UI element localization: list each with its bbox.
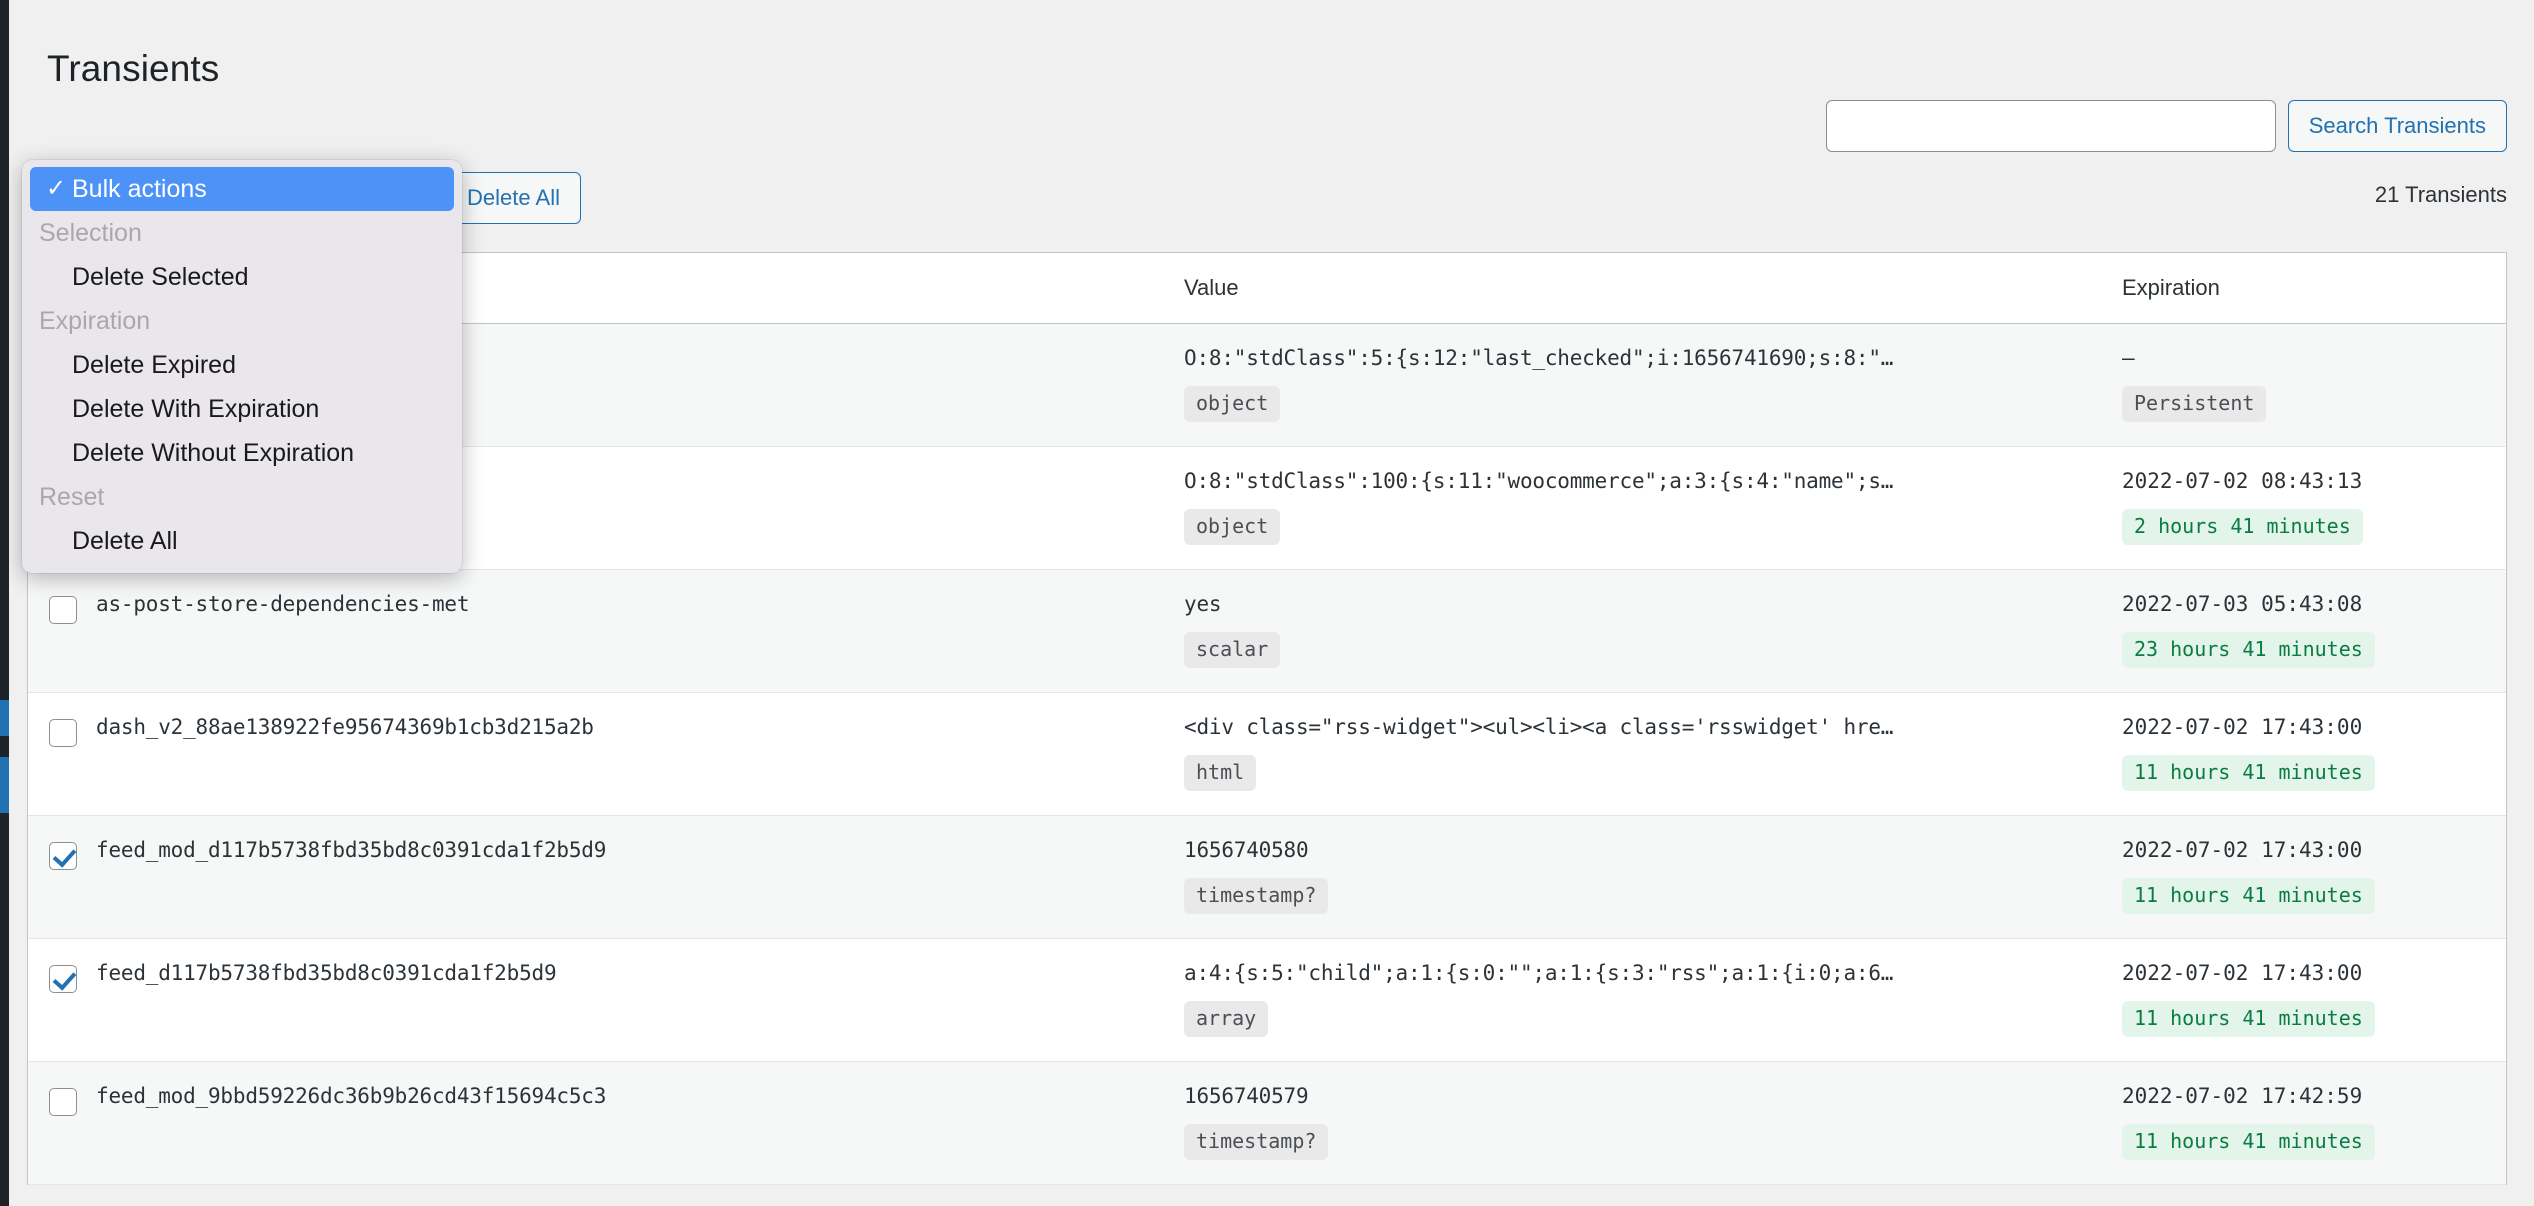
expiration-date: 2022-07-02 17:43:00	[2122, 961, 2363, 985]
transient-name-cell: feed_mod_d117b5738fbd35bd8c0391cda1f2b5d…	[96, 815, 1184, 939]
table-row: dash_v2_88ae138922fe95674369b1cb3d215a2b…	[28, 692, 2506, 816]
value-type-badge: timestamp?	[1184, 1124, 1329, 1160]
transient-value-cell: 1656740579 timestamp?	[1184, 1061, 2122, 1185]
transient-expiration-cell: 2022-07-02 17:43:00 11 hours 41 minutes	[2122, 815, 2506, 939]
row-checkbox[interactable]	[49, 596, 77, 624]
transient-value-cell: O:8:"stdClass":100:{s:11:"woocommerce";a…	[1184, 446, 2122, 570]
transient-name: dash_v2_88ae138922fe95674369b1cb3d215a2b	[96, 715, 594, 739]
row-checkbox[interactable]	[49, 842, 77, 870]
dropdown-group-label: Selection	[39, 219, 142, 247]
expiration-badge: 11 hours 41 minutes	[2122, 878, 2375, 914]
row-select-cell	[28, 1061, 96, 1185]
expiration-badge: 11 hours 41 minutes	[2122, 1001, 2375, 1037]
row-select-cell	[28, 938, 96, 1062]
expiration-badge: 23 hours 41 minutes	[2122, 632, 2375, 668]
rail-marker-2	[0, 757, 9, 813]
transient-name-cell: feed_mod_9bbd59226dc36b9b26cd43f15694c5c…	[96, 1061, 1184, 1185]
transient-expiration-cell: 2022-07-02 17:43:00 11 hours 41 minutes	[2122, 692, 2506, 816]
value-type-badge: object	[1184, 386, 1281, 422]
transient-value-cell: O:8:"stdClass":5:{s:12:"last_checked";i:…	[1184, 323, 2122, 447]
value-type-badge: object	[1184, 509, 1281, 545]
table-row: feed_d117b5738fbd35bd8c0391cda1f2b5d9 a:4…	[28, 938, 2506, 1062]
expiration-date: 2022-07-02 17:42:59	[2122, 1084, 2363, 1108]
search-transients-button[interactable]: Search Transients	[2287, 100, 2507, 152]
dropdown-item-delete-expired[interactable]: Delete Expired	[22, 343, 462, 387]
transient-name: feed_mod_9bbd59226dc36b9b26cd43f15694c5c…	[96, 1084, 607, 1108]
transient-value-cell: 1656740580 timestamp?	[1184, 815, 2122, 939]
page-title: Transients	[47, 47, 220, 89]
transient-name-cell: feed_d117b5738fbd35bd8c0391cda1f2b5d9	[96, 938, 1184, 1062]
transient-value: 1656740580	[1184, 838, 1309, 862]
row-select-cell	[28, 692, 96, 816]
expiration-date: 2022-07-02 17:43:00	[2122, 715, 2363, 739]
row-checkbox[interactable]	[49, 965, 77, 993]
dropdown-item-label: Delete Without Expiration	[72, 439, 355, 467]
search-input[interactable]	[1825, 100, 2276, 152]
transient-value: <div class="rss-widget"><ul><li><a class…	[1184, 715, 1894, 739]
value-type-badge: html	[1184, 755, 1257, 791]
transient-name: feed_d117b5738fbd35bd8c0391cda1f2b5d9	[96, 961, 557, 985]
check-icon: ✓	[46, 175, 67, 202]
transient-count-label: 21 Transients	[2374, 182, 2507, 207]
dropdown-group-label: Expiration	[39, 307, 151, 335]
dropdown-item-label: Delete Selected	[72, 263, 249, 291]
transient-value: O:8:"stdClass":100:{s:11:"woocommerce";a…	[1184, 469, 1894, 493]
dropdown-group-label: Reset	[39, 483, 105, 511]
transient-expiration-cell: 2022-07-02 17:42:59 11 hours 41 minutes	[2122, 1061, 2506, 1185]
dropdown-item-delete-with-expiration[interactable]: Delete With Expiration	[22, 387, 462, 431]
admin-menu-rail	[0, 0, 9, 1206]
dropdown-item-label: Delete All	[72, 527, 178, 555]
row-checkbox[interactable]	[49, 719, 77, 747]
expiration-date: 2022-07-03 05:43:08	[2122, 592, 2363, 616]
row-select-cell	[28, 569, 96, 693]
transient-name-cell: dash_v2_88ae138922fe95674369b1cb3d215a2b	[96, 692, 1184, 816]
expiration-badge: 11 hours 41 minutes	[2122, 1124, 2375, 1160]
dropdown-item-delete-without-expiration[interactable]: Delete Without Expiration	[22, 431, 462, 475]
delete-all-button[interactable]: Delete All	[446, 172, 581, 224]
expiration-badge: 11 hours 41 minutes	[2122, 755, 2375, 791]
transient-value: O:8:"stdClass":5:{s:12:"last_checked";i:…	[1184, 346, 1894, 370]
transient-name-cell: as-post-store-dependencies-met	[96, 569, 1184, 693]
table-row: feed_mod_d117b5738fbd35bd8c0391cda1f2b5d…	[28, 815, 2506, 939]
bulk-actions-dropdown-menu[interactable]: ✓ Bulk actions Selection Delete Selected Exp…	[22, 160, 462, 573]
search-form: Search Transients	[1825, 100, 2507, 152]
dropdown-item-label: Bulk actions	[72, 175, 207, 203]
transient-value: a:4:{s:5:"child";a:1:{s:0:"";a:1:{s:3:"r…	[1184, 961, 1894, 985]
transient-value: yes	[1184, 592, 1222, 616]
transient-value-cell: a:4:{s:5:"child";a:1:{s:0:"";a:1:{s:3:"r…	[1184, 938, 2122, 1062]
transient-value: 1656740579	[1184, 1084, 1309, 1108]
value-type-badge: scalar	[1184, 632, 1281, 668]
table-row: as-post-store-dependencies-met yes scalar 2…	[28, 569, 2506, 693]
expiration-date: 2022-07-02 08:43:13	[2122, 469, 2363, 493]
dropdown-item-label: Delete Expired	[72, 351, 236, 379]
value-type-badge: timestamp?	[1184, 878, 1329, 914]
row-checkbox[interactable]	[49, 1088, 77, 1116]
transient-value-cell: <div class="rss-widget"><ul><li><a class…	[1184, 692, 2122, 816]
expiration-badge: Persistent	[2122, 386, 2267, 422]
row-select-cell	[28, 815, 96, 939]
expiration-date: 2022-07-02 17:43:00	[2122, 838, 2363, 862]
column-header-expiration: Expiration	[2122, 253, 2506, 324]
transient-name: feed_mod_d117b5738fbd35bd8c0391cda1f2b5d…	[96, 838, 607, 862]
table-row: feed_mod_9bbd59226dc36b9b26cd43f15694c5c…	[28, 1061, 2506, 1185]
admin-page: Transients Search Transients 21 Transien…	[0, 0, 2534, 1206]
transient-value-cell: yes scalar	[1184, 569, 2122, 693]
dropdown-item-label: Delete With Expiration	[72, 395, 320, 423]
transient-expiration-cell: 2022-07-02 08:43:13 2 hours 41 minutes	[2122, 446, 2506, 570]
transient-expiration-cell: — Persistent	[2122, 323, 2506, 447]
dropdown-item-delete-selected[interactable]: Delete Selected	[22, 255, 462, 299]
transient-expiration-cell: 2022-07-03 05:43:08 23 hours 41 minutes	[2122, 569, 2506, 693]
rail-marker-1	[0, 700, 9, 736]
column-header-value: Value	[1184, 253, 2122, 324]
expiration-badge: 2 hours 41 minutes	[2122, 509, 2363, 545]
transient-name: as-post-store-dependencies-met	[96, 592, 470, 616]
expiration-date: —	[2122, 346, 2135, 370]
dropdown-item-bulk-actions[interactable]: ✓ Bulk actions	[30, 167, 454, 211]
value-type-badge: array	[1184, 1001, 1269, 1037]
transient-expiration-cell: 2022-07-02 17:43:00 11 hours 41 minutes	[2122, 938, 2506, 1062]
dropdown-item-delete-all[interactable]: Delete All	[22, 519, 462, 563]
